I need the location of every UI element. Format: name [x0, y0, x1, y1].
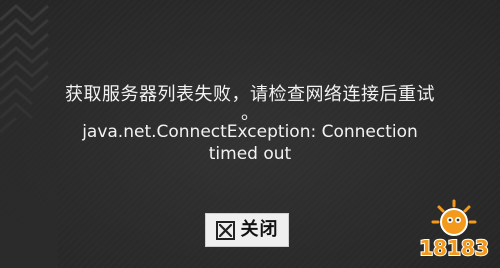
error-message-period: 。	[241, 103, 259, 124]
watermark-text: 18183	[418, 235, 490, 261]
close-button-label: 关闭	[240, 219, 279, 240]
error-message-en-line2: timed out	[208, 144, 292, 164]
error-message: 获取服务器列表失败，请检查网络连接后重试 。 java.net.ConnectE…	[30, 84, 470, 165]
close-x-icon	[215, 220, 235, 240]
error-dialog: 获取服务器列表失败，请检查网络连接后重试 。 java.net.ConnectE…	[0, 0, 500, 268]
error-message-cn: 获取服务器列表失败，请检查网络连接后重试	[65, 84, 435, 105]
error-message-en-line1: java.net.ConnectException: Connection	[82, 122, 418, 142]
close-button[interactable]: 关闭	[205, 213, 289, 247]
site-watermark-logo: 18183	[414, 192, 494, 262]
